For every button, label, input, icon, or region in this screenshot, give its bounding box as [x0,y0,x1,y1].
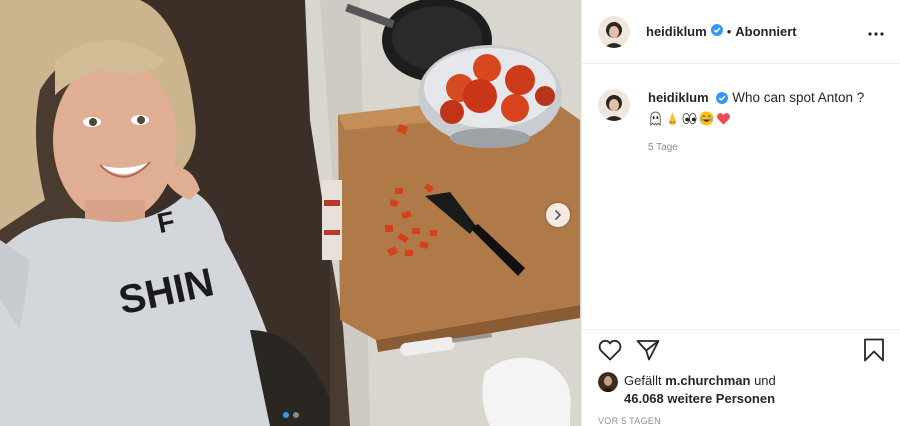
paper-plane-icon [636,340,660,361]
liked-by-user-link[interactable]: m.churchman [665,373,750,388]
laughing-emoji-icon [699,111,714,126]
caption-text-block: heidiklum Who can spot Anton ? [648,89,864,126]
heart-outline-icon [598,339,622,361]
post-actions-section: Gefällt m.churchman und 46.068 weitere P… [582,329,900,426]
liked-by-prefix: Gefällt [624,373,662,388]
header-username[interactable]: heidiklum [646,24,707,39]
photo-scene: SHIN F [0,0,581,426]
header-separator: • [726,24,732,39]
like-button[interactable] [598,339,622,366]
chevron-right-icon [555,210,562,220]
instagram-post: SHIN F heidiklum • Abonniert heidiklum W… [0,0,900,426]
bookmark-icon [864,338,884,362]
carousel-dot [292,412,299,418]
avatar[interactable] [598,372,618,392]
liked-by-joiner: und [754,373,776,388]
ghost-emoji-icon [650,111,661,126]
post-sidebar: heidiklum • Abonniert heidiklum Who can … [581,0,900,426]
caption-emojis [648,111,864,126]
share-button[interactable] [636,339,660,366]
carousel-next-button[interactable] [546,203,570,227]
caption-body: Who can spot Anton ? [732,90,865,105]
post-date[interactable]: VOR 5 TAGEN [598,416,661,426]
action-bar [582,330,900,375]
likes-count-link[interactable]: 46.068 weitere Personen [624,391,775,406]
caption: heidiklum Who can spot Anton ? [582,64,900,126]
post-header: heidiklum • Abonniert [582,0,900,64]
avatar[interactable] [598,15,630,48]
eyes-emoji-icon [682,112,697,125]
post-photo[interactable]: SHIN F [0,0,581,426]
likes-summary: Gefällt m.churchman und 46.068 weitere P… [582,372,900,408]
verified-badge-icon [710,23,723,41]
follow-status-button[interactable]: Abonniert [735,24,796,39]
verified-badge-icon [716,91,729,109]
red-heart-emoji-icon [717,113,730,125]
carousel-indicator [0,412,581,418]
nose-emoji-icon [668,111,677,126]
save-button[interactable] [863,338,885,367]
carousel-dot [282,412,289,418]
more-options-icon[interactable] [868,23,884,41]
caption-username[interactable]: heidiklum [648,90,709,105]
likes-text: Gefällt m.churchman und 46.068 weitere P… [624,372,776,408]
caption-timestamp[interactable]: 5 Tage [582,142,900,153]
avatar[interactable] [598,89,630,121]
